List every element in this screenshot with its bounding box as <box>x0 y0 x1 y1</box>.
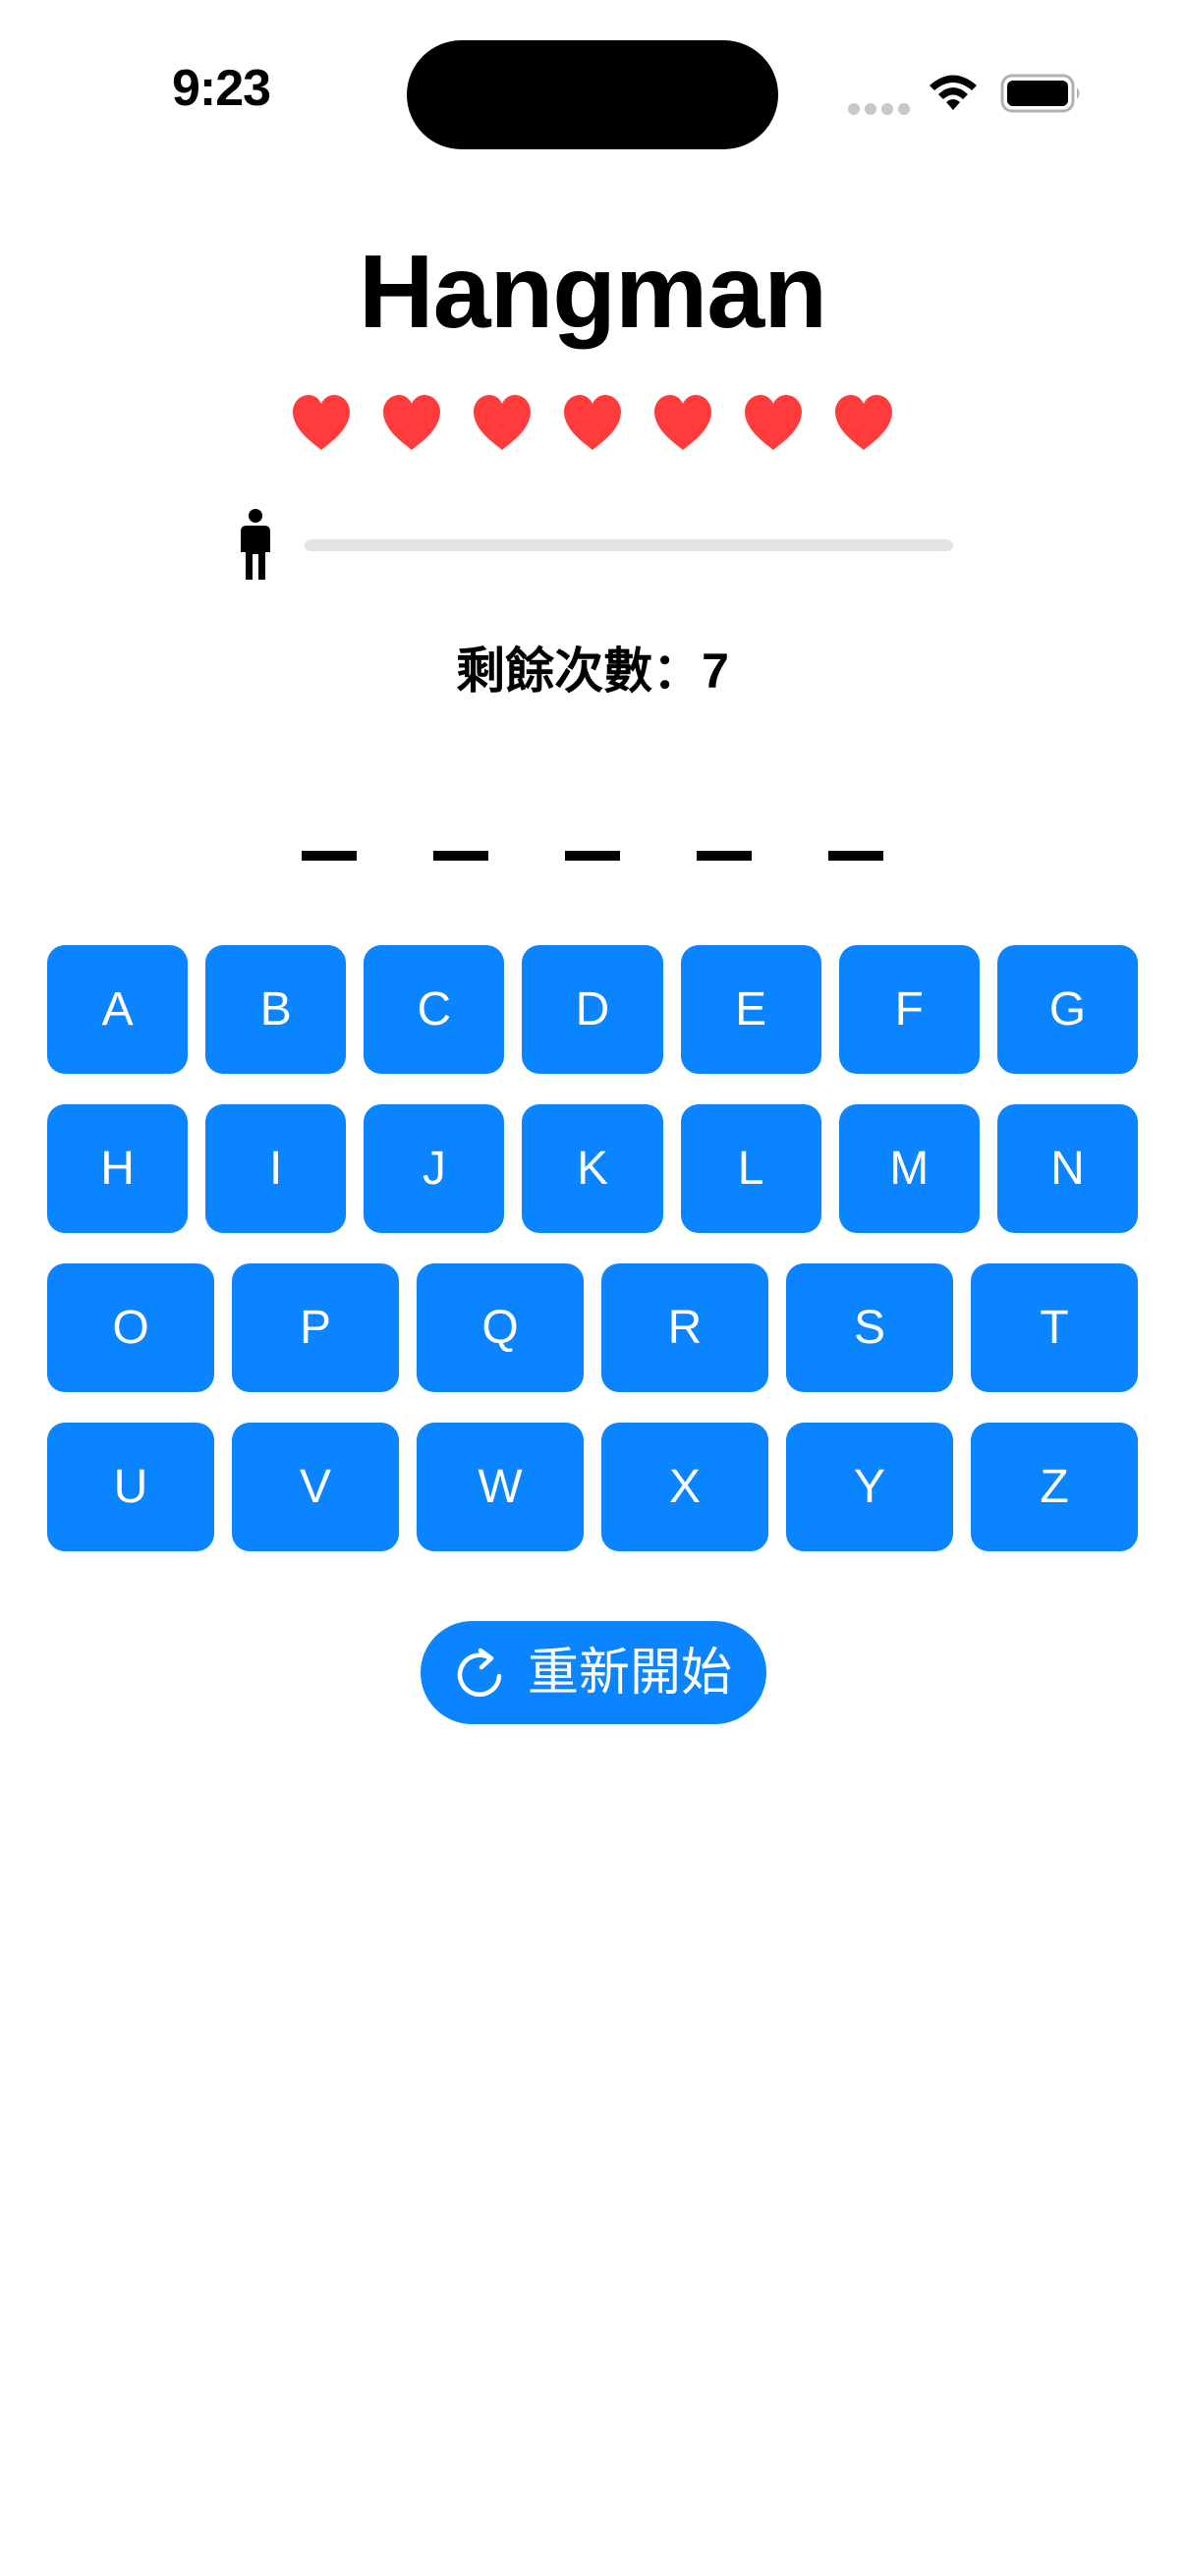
heart-icon <box>383 395 440 450</box>
key-i[interactable]: I <box>205 1104 347 1233</box>
key-s[interactable]: S <box>786 1263 953 1392</box>
key-n[interactable]: N <box>996 1104 1138 1233</box>
key-w[interactable]: W <box>417 1423 584 1551</box>
heart-icon <box>474 395 531 450</box>
key-m[interactable]: M <box>838 1104 980 1233</box>
remaining-count: 剩餘次數：7 <box>456 644 729 699</box>
word-slot <box>828 851 883 861</box>
key-g[interactable]: G <box>996 945 1138 1074</box>
key-l[interactable]: L <box>680 1104 821 1233</box>
key-h[interactable]: H <box>47 1104 189 1233</box>
heart-icon <box>835 395 892 450</box>
key-t[interactable]: T <box>971 1263 1138 1392</box>
restart-button[interactable]: 重新開始 <box>421 1621 766 1724</box>
key-a[interactable]: A <box>47 945 189 1074</box>
key-d[interactable]: D <box>522 945 663 1074</box>
key-k[interactable]: K <box>522 1104 663 1233</box>
word-slot <box>302 851 357 861</box>
word-slot <box>697 851 752 861</box>
wifi-icon <box>930 75 977 110</box>
word-slots <box>0 851 1185 867</box>
cellular-signal-icon <box>848 103 910 115</box>
key-z[interactable]: Z <box>971 1423 1138 1551</box>
heart-icon <box>293 395 350 450</box>
battery-icon <box>1000 74 1080 113</box>
key-e[interactable]: E <box>680 945 821 1074</box>
heart-icon <box>564 395 621 450</box>
word-slot <box>433 851 488 861</box>
key-y[interactable]: Y <box>786 1423 953 1551</box>
key-u[interactable]: U <box>47 1423 214 1551</box>
restart-label: 重新開始 <box>527 1643 732 1703</box>
progress-bar <box>305 539 953 551</box>
key-c[interactable]: C <box>364 945 505 1074</box>
lives-hearts <box>0 393 1185 462</box>
page-title: Hangman <box>359 234 827 350</box>
key-r[interactable]: R <box>601 1263 768 1392</box>
key-o[interactable]: O <box>47 1263 214 1392</box>
person-icon <box>241 509 270 580</box>
key-x[interactable]: X <box>601 1423 768 1551</box>
heart-icon <box>654 395 711 450</box>
key-v[interactable]: V <box>232 1423 399 1551</box>
heart-icon <box>745 395 802 450</box>
arrow-clockwise-icon <box>457 1648 502 1697</box>
dynamic-island <box>407 40 778 149</box>
key-p[interactable]: P <box>232 1263 399 1392</box>
key-b[interactable]: B <box>205 945 347 1074</box>
status-time: 9:23 <box>171 60 271 117</box>
key-j[interactable]: J <box>364 1104 505 1233</box>
word-slot <box>565 851 620 861</box>
key-q[interactable]: Q <box>417 1263 584 1392</box>
key-f[interactable]: F <box>838 945 980 1074</box>
